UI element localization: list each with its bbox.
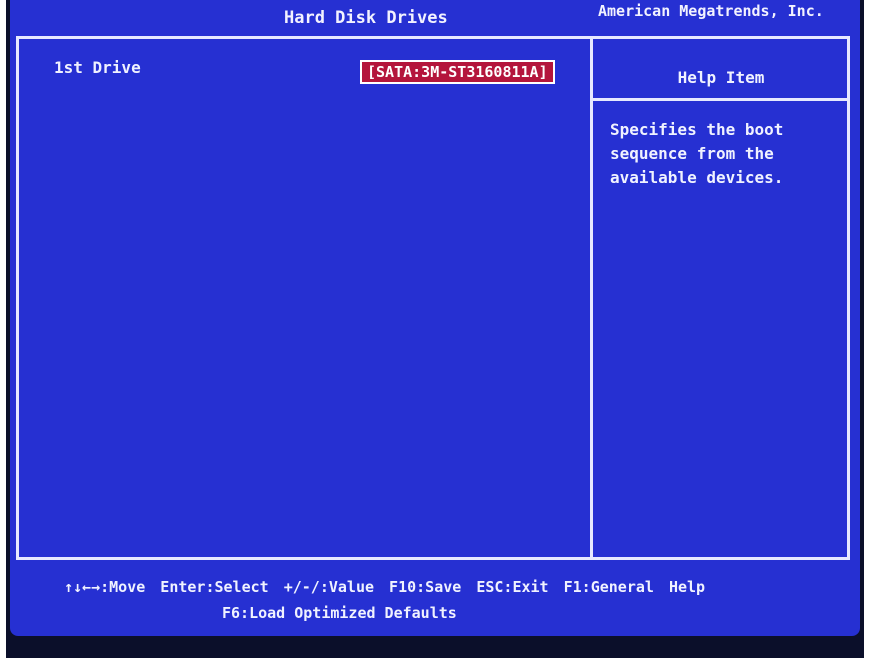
key-help-line-2: F6:Load Optimized Defaults — [222, 604, 457, 622]
key-help-line-1: ↑↓←→:Move Enter:Select +/-/:Value F10:Sa… — [64, 578, 706, 596]
option-label-1st-drive: 1st Drive — [54, 58, 141, 77]
bios-screen: Hard Disk Drives American Megatrends, In… — [10, 0, 860, 636]
help-text: Specifies the boot sequence from the ava… — [610, 120, 784, 187]
vendor-text: American Megatrends, Inc. — [598, 2, 824, 20]
main-frame — [16, 36, 850, 560]
option-value-1st-drive[interactable]: [SATA:3M-ST3160811A] — [360, 60, 555, 84]
help-title: Help Item — [677, 68, 765, 87]
help-divider-horizontal — [593, 98, 849, 101]
photo: Hard Disk Drives American Megatrends, In… — [0, 0, 870, 658]
panel-divider-vertical — [590, 38, 593, 558]
page-title: Hard Disk Drives — [284, 8, 448, 28]
